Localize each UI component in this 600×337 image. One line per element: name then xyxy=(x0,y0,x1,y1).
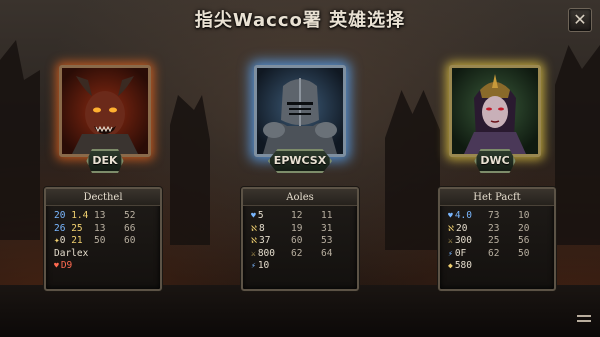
menu-icon xyxy=(577,315,591,317)
stat-row: ♥ D9 xyxy=(54,260,73,271)
stat-row: 26 25 13 66 xyxy=(54,222,136,234)
sword-icon: ⚔ xyxy=(251,248,256,258)
heart-icon: ♥ xyxy=(251,211,256,220)
ruin-silhouette xyxy=(0,40,40,240)
hero-portrait-frame xyxy=(449,65,541,157)
sword-icon: ⚔ xyxy=(448,236,453,245)
hero-stats-panel-2: Aoles ♥ 5 12 11 ℵ8 19 31 ℵ 37 60 53 ⚔ 800 6… xyxy=(241,187,359,291)
ruin-silhouette xyxy=(170,95,210,245)
rune-icon: ℵ xyxy=(251,223,257,233)
rune-icon: ℵ xyxy=(251,236,257,245)
stat-row: ♥ 4.0 73 10 xyxy=(448,210,530,221)
stat-row: Darlex xyxy=(54,247,89,259)
page-title: 指尖Wacco署 英雄选择 xyxy=(194,10,406,31)
stat-row: ✦0 21 50 60 xyxy=(54,235,136,246)
heart-icon: ♥ xyxy=(448,211,453,220)
stat-row: ⚔ 300 25 56 xyxy=(448,235,530,246)
hero-stats-panel-1: Decthel 20 1.4 13 52 26 25 13 66 ✦0 21 5… xyxy=(44,187,162,291)
ruin-silhouette xyxy=(385,90,440,250)
lightning-icon: ⚡ xyxy=(251,261,256,270)
ruin-silhouette xyxy=(555,45,600,245)
hero-card-2[interactable]: EPWCSX xyxy=(245,65,355,173)
lightning-icon: ⚡ xyxy=(448,248,453,258)
hero-portrait-frame xyxy=(254,65,346,157)
class-badge: DEK xyxy=(86,149,124,173)
stat-row: ℵ8 19 31 xyxy=(251,222,333,234)
stat-row: 20 1.4 13 52 xyxy=(54,210,136,221)
panel-title: Het Pacft xyxy=(440,189,554,206)
rune-icon: ℵ xyxy=(448,223,454,233)
stat-row: ⚔ 800 62 64 xyxy=(251,247,333,259)
stat-row: ⚡ 10 xyxy=(251,260,270,271)
menu-button[interactable] xyxy=(577,315,591,327)
panel-title: Aoles xyxy=(243,189,357,206)
stat-row: ◆ 580 xyxy=(448,260,472,271)
hero-portrait-frame xyxy=(59,65,151,157)
close-button[interactable]: ✕ xyxy=(568,8,592,32)
panel-title: Decthel xyxy=(46,189,160,206)
class-badge: DWC xyxy=(474,149,516,173)
sorceress-portrait-icon xyxy=(452,68,538,154)
hero-stats-panel-3: Het Pacft ♥ 4.0 73 10 ℵ 20 23 20 ⚔ 300 25 5… xyxy=(438,187,556,291)
hero-select-screen: 指尖Wacco署 英雄选择 ✕ DEK EPWCSX DWC Decthel 2… xyxy=(0,0,600,337)
demon-portrait-icon xyxy=(62,68,148,154)
hero-card-1[interactable]: DEK xyxy=(50,65,160,173)
close-icon: ✕ xyxy=(573,10,587,29)
knight-portrait-icon xyxy=(257,68,343,154)
hero-card-3[interactable]: DWC xyxy=(440,65,550,173)
heart-icon: ♥ xyxy=(54,261,59,270)
stat-row: ℵ 20 23 20 xyxy=(448,222,530,234)
stat-row: ℵ 37 60 53 xyxy=(251,235,333,246)
ground xyxy=(0,285,600,337)
stat-row: ♥ 5 12 11 xyxy=(251,210,333,221)
stat-row: ⚡ 0F 62 50 xyxy=(448,247,530,259)
shield-icon: ◆ xyxy=(448,261,453,270)
class-badge: EPWCSX xyxy=(267,149,333,173)
